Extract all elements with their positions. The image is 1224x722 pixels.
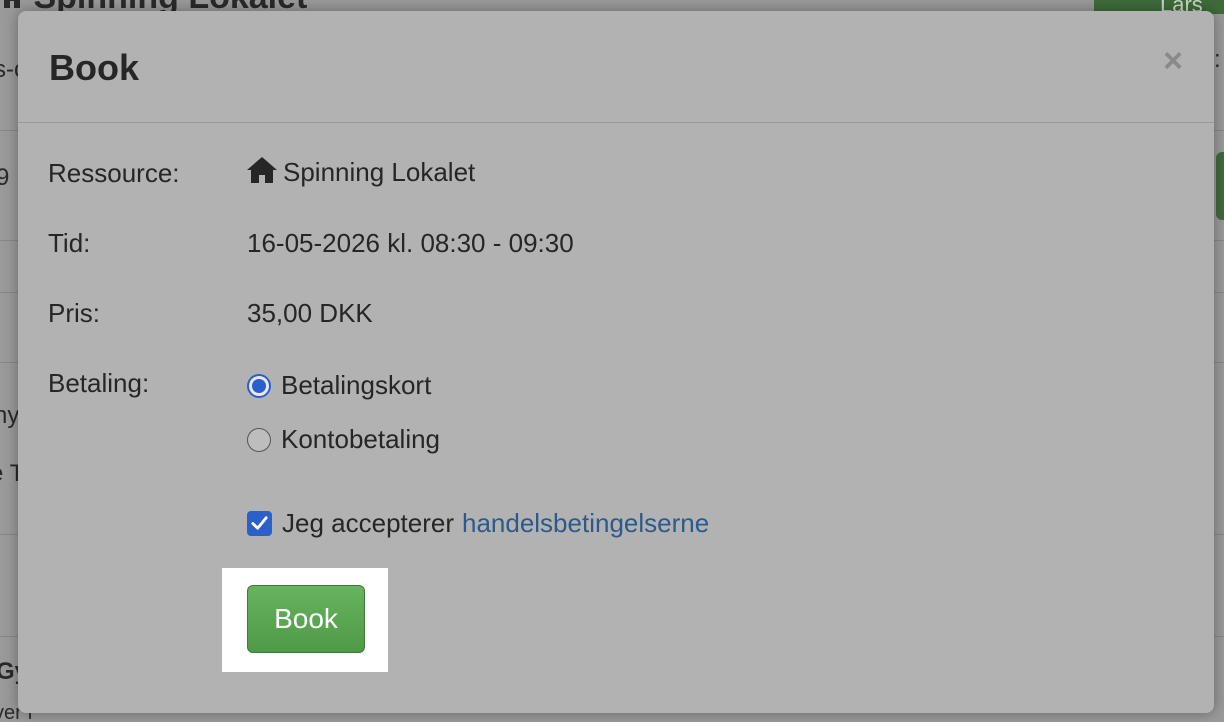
background-text-fragment: : [1214,46,1221,73]
booking-modal: Book × [18,11,1214,713]
terms-checkbox[interactable] [247,511,272,536]
payment-label: Betaling: [48,368,150,398]
payment-option-kontobetaling[interactable]: Kontobetaling [247,424,440,455]
background-text-fragment: ny [0,402,20,429]
payment-option-betalingskort[interactable]: Betalingskort [247,370,431,401]
close-button[interactable]: × [1158,43,1188,79]
terms-link[interactable]: handelsbetingelserne [462,508,709,539]
radio-button-selected[interactable] [247,373,271,398]
resource-label: Ressource: [48,158,180,188]
terms-row: Jeg accepterer handelsbetingelserne [247,508,709,539]
resource-value: Spinning Lokalet [247,156,475,188]
time-value: 16-05-2026 kl. 08:30 - 09:30 [247,228,574,258]
radio-button[interactable] [247,427,271,452]
modal-title: Book [49,47,139,88]
book-button[interactable]: Book [247,585,365,653]
background-action-button [1216,152,1224,220]
modal-header: Book × [18,11,1214,123]
price-value: 35,00 DKK [247,298,373,328]
home-icon [247,156,277,184]
payment-option-label: Betalingskort [281,370,432,400]
terms-text: Jeg accepterer [282,508,454,538]
payment-option-label: Kontobetaling [281,424,441,454]
background-text-fragment: 9 [0,164,10,191]
resource-name: Spinning Lokalet [283,157,476,187]
time-label: Tid: [48,228,91,258]
price-label: Pris: [48,298,100,328]
